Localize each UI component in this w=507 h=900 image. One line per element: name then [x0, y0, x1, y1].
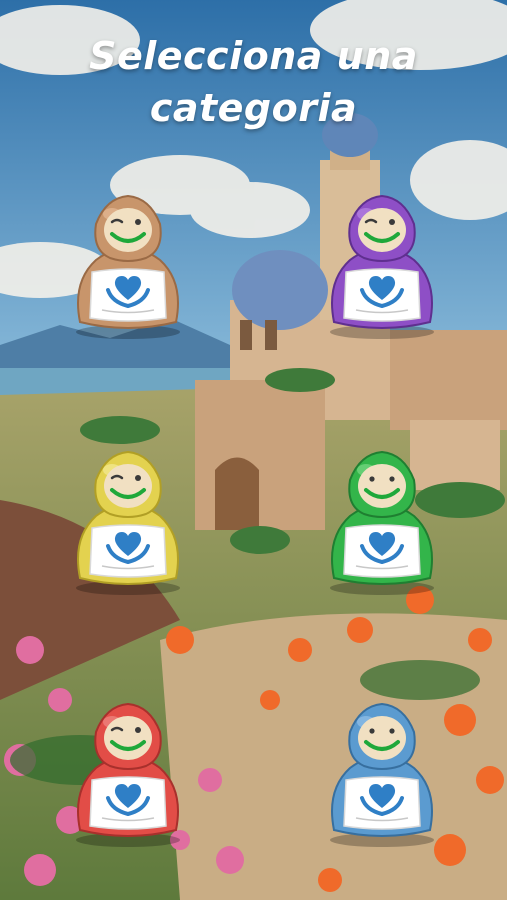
category-purple-button[interactable] [320, 192, 444, 340]
pawn-face [104, 208, 152, 252]
pawn-figure [330, 702, 434, 847]
right-eye [389, 728, 395, 734]
pawn-figure [76, 702, 180, 847]
pawn-face [358, 208, 406, 252]
category-brown-button[interactable] [66, 192, 190, 340]
pawn-face [104, 716, 152, 760]
right-eye [389, 476, 395, 482]
category-red-button[interactable] [66, 700, 190, 848]
open-eye [389, 219, 395, 225]
pawn-figure [76, 194, 180, 339]
left-eye [369, 728, 375, 734]
pawn-face [104, 464, 152, 508]
pawn-face [358, 464, 406, 508]
category-green-button[interactable] [320, 448, 444, 596]
pawn-figure [76, 450, 180, 595]
left-eye [369, 476, 375, 482]
category-yellow-button[interactable] [66, 448, 190, 596]
open-eye [135, 219, 141, 225]
pawn-figure [330, 194, 434, 339]
pawn-face [358, 716, 406, 760]
open-eye [135, 727, 141, 733]
page-title: Selecciona una categoria [0, 30, 507, 134]
title-line-1: Selecciona una [89, 34, 418, 78]
open-eye [135, 475, 141, 481]
category-blue-button[interactable] [320, 700, 444, 848]
title-line-2: categoria [149, 86, 358, 130]
pawn-figure [330, 450, 434, 595]
